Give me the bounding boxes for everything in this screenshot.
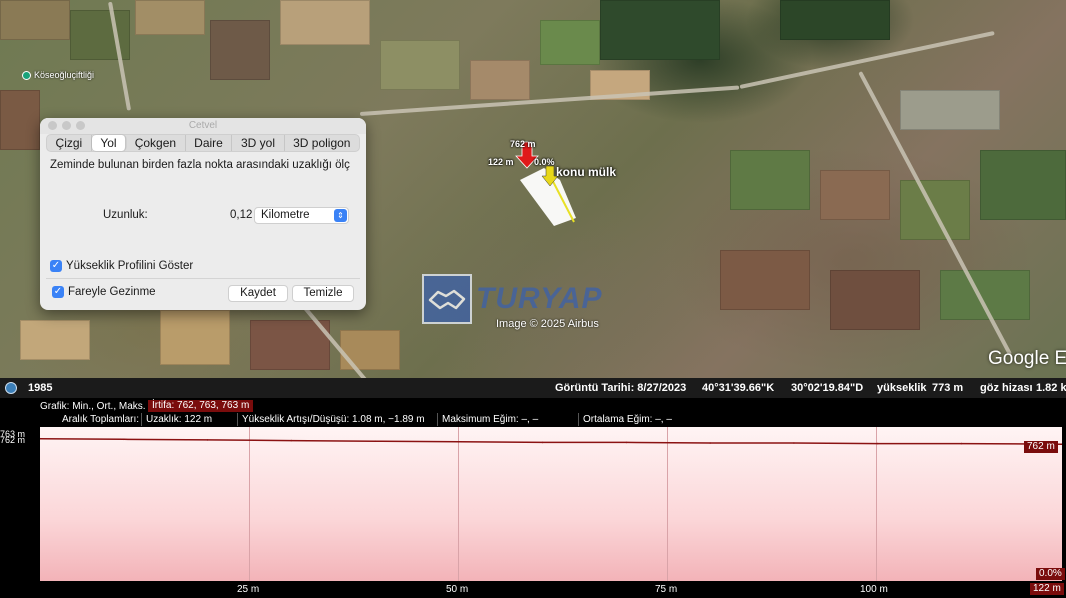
place-pin-icon [22, 70, 31, 80]
eye-altitude-value: 1.82 k [1036, 382, 1066, 394]
tab-3d-polygon[interactable]: 3D poligon [285, 135, 359, 151]
latitude-readout: 40°31'39.66"K [702, 382, 775, 394]
map-field [380, 40, 460, 90]
forest-area [600, 0, 720, 60]
ruler-title: Cetvel [188, 120, 218, 131]
tab-3d-path[interactable]: 3D yol [232, 135, 285, 151]
tab-path[interactable]: Yol [91, 135, 127, 151]
clear-button[interactable]: Temizle [292, 285, 354, 302]
elevation-profile-checkbox[interactable]: ✓ [50, 260, 62, 272]
elevation-sample-point [876, 442, 879, 445]
unit-select[interactable]: Kilometre ⇕ [254, 207, 349, 224]
end-grade-tag: 0.0% [1036, 568, 1065, 580]
length-label: Uzunluk: [103, 209, 148, 221]
parcel-label: konu mülk [556, 165, 617, 179]
graph-stats-label: Grafik: Min., Ort., Maks. [40, 401, 146, 412]
tab-polygon[interactable]: Çokgen [126, 135, 186, 151]
map-field [470, 60, 530, 100]
measure-description: Zeminde bulunan birden fazla nokta arası… [50, 159, 350, 171]
map-field [20, 320, 90, 360]
elevation-label: yükseklik [877, 382, 927, 394]
imagery-date: Görüntü Tarihi: 8/27/2023 [555, 382, 687, 394]
elevation-sample-point [290, 439, 293, 442]
status-bar: 1985 Görüntü Tarihi: 8/27/2023 40°31'39.… [0, 378, 1066, 398]
elevation-profile-checkbox-row[interactable]: ✓ Yükseklik Profilini Göster [50, 260, 193, 272]
map-place-label[interactable]: Köseoğluçiftliği [22, 70, 94, 80]
map-field [210, 20, 270, 80]
handshake-icon [422, 274, 472, 324]
max-slope: Maksimum Eğim: –, – [438, 413, 579, 426]
map-field [980, 150, 1066, 220]
avg-slope: Ortalama Eğim: –, – [583, 414, 672, 425]
elevation-sample-point [374, 440, 376, 442]
elevation-profile-panel[interactable]: Grafik: Min., Ort., Maks. İrtifa: 762, 7… [0, 398, 1066, 598]
segment-length-label: 762 m [510, 139, 536, 149]
elevation-profile-checkbox-label: Yükseklik Profilini Göster [66, 260, 194, 272]
cursor-elevation-tag: 762 m [1024, 441, 1058, 453]
elevation-plot[interactable]: 762 m [40, 427, 1062, 581]
elevation-sample-point [709, 442, 711, 444]
length-value: 0,12 [230, 209, 253, 221]
tab-line[interactable]: Çizgi [47, 135, 92, 151]
map-field [820, 170, 890, 220]
range-totals-row: Aralık Toplamları: Uzaklık: 122 m Yüksek… [38, 413, 721, 426]
segment-side-label: 122 m [488, 157, 514, 167]
x-axis-label: 25 m [237, 584, 260, 595]
watermark-text: TURYAP [476, 282, 603, 315]
x-axis-label: 75 m [655, 584, 678, 595]
mouse-navigation-checkbox-row[interactable]: ✓ Fareyle Gezinme [52, 286, 156, 298]
elevation-sample-point [458, 441, 460, 443]
elevation-sample-point [123, 438, 125, 441]
place-name: Köseoğluçiftliği [34, 70, 95, 80]
map-field [540, 20, 600, 65]
historical-year[interactable]: 1985 [28, 382, 52, 394]
map-field [280, 0, 370, 45]
turyap-watermark: TURYAP [422, 274, 603, 324]
mouse-navigation-checkbox-label: Fareyle Gezinme [68, 286, 156, 298]
map-field [135, 0, 205, 35]
ruler-titlebar[interactable]: Cetvel [40, 118, 366, 134]
mouse-navigation-checkbox[interactable]: ✓ [52, 286, 64, 298]
map-field [730, 150, 810, 210]
elevation-profile-chart [40, 437, 1062, 445]
elevation-gain-loss: Yükseklik Artışı/Düşüşü: 1.08 m, −1.89 m [238, 413, 438, 426]
map-field [0, 0, 70, 40]
save-button[interactable]: Kaydet [228, 285, 288, 302]
elevation-sample-point [206, 439, 209, 441]
unit-selected-value: Kilometre [261, 209, 310, 221]
satellite-map[interactable]: Köseoğluçiftliği 762 m 122 m 0.0% konu m… [0, 0, 1066, 378]
measure-mode-tabs: Çizgi Yol Çokgen Daire 3D yol 3D poligon [46, 134, 360, 152]
longitude-readout: 30°02'19.84"D [791, 382, 864, 394]
map-field [160, 310, 230, 365]
range-distance: Uzaklık: 122 m [142, 413, 238, 426]
map-field [830, 270, 920, 330]
chevron-updown-icon: ⇕ [334, 209, 347, 222]
forest-area [780, 0, 890, 40]
elevation-sample-point [960, 442, 963, 445]
y-axis-label-second: 762 m [0, 435, 26, 445]
map-field [720, 250, 810, 310]
elevation-sample-point [625, 441, 628, 444]
facility-area [900, 90, 1000, 130]
map-road [359, 85, 740, 116]
x-axis-label: 50 m [446, 584, 469, 595]
end-distance-tag: 122 m [1030, 583, 1064, 595]
imagery-credit: Image © 2025 Airbus [496, 318, 599, 330]
elevation-sample-point [793, 442, 795, 444]
map-field [0, 90, 40, 150]
google-logo: Google Ea [988, 348, 1066, 369]
segment-grade-label: 0.0% [534, 157, 555, 167]
elevation-profile-line [40, 437, 1062, 445]
ruler-dialog[interactable]: Cetvel Çizgi Yol Çokgen Daire 3D yol 3D … [40, 118, 366, 310]
historical-imagery-clock-icon[interactable] [5, 382, 17, 394]
x-axis-label: 100 m [860, 584, 888, 595]
elevation-sample-point [541, 441, 544, 444]
tab-circle[interactable]: Daire [186, 135, 233, 151]
altitude-summary: İrtifa: 762, 763, 763 m [148, 400, 254, 412]
range-totals-label: Aralık Toplamları: [38, 413, 142, 426]
eye-altitude-label: göz hizası [980, 382, 1033, 394]
divider [46, 278, 360, 279]
elevation-value: 773 m [932, 382, 964, 394]
